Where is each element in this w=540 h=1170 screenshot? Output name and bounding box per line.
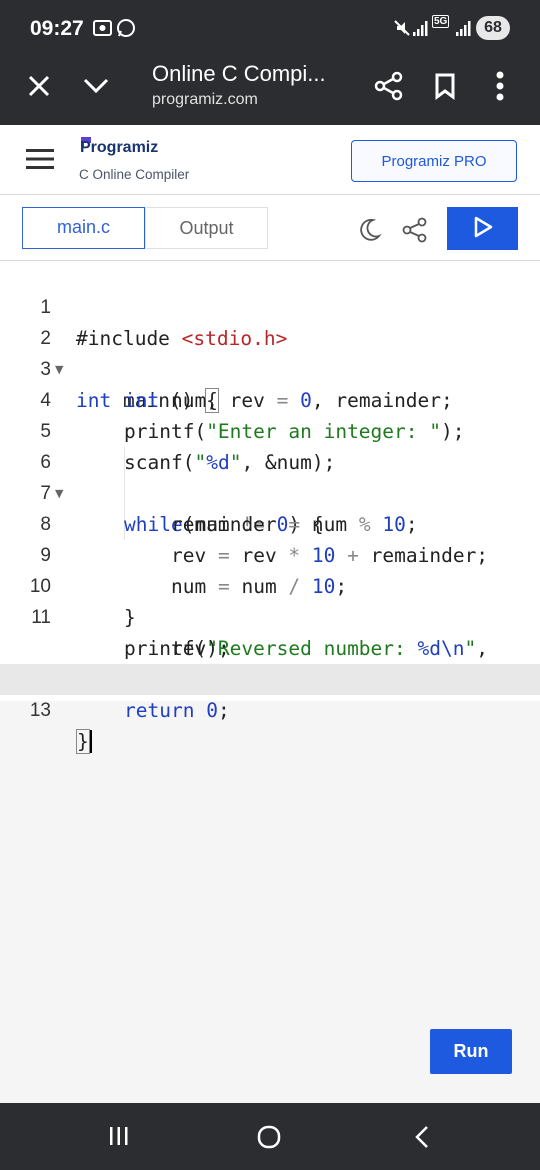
moon-icon[interactable] [356, 217, 382, 248]
page-title: Online C Compi... [152, 61, 326, 86]
bookmark-icon[interactable] [434, 72, 456, 105]
signal-icon-2 [455, 18, 473, 43]
code-line: 7 remainder = num % 10; [0, 447, 540, 536]
whatsapp-icon [116, 18, 136, 43]
android-nav-bar [0, 1103, 540, 1170]
logo-text: Programiz [80, 139, 159, 156]
code-line: 12 return 0; [0, 633, 540, 722]
editor-toolbar: main.c Output [0, 195, 540, 261]
code-line: 9 num = num / 10; [0, 509, 540, 598]
mute-icon [392, 18, 412, 43]
line-number: 13 [29, 700, 51, 721]
programiz-pro-button[interactable]: Programiz PRO [351, 140, 517, 182]
status-bar: 09:27 5G 68 [0, 0, 540, 56]
close-icon[interactable] [26, 73, 52, 104]
play-icon [474, 216, 492, 238]
more-icon[interactable] [495, 70, 505, 107]
menu-icon[interactable] [26, 147, 54, 176]
code-line: 10 } [0, 540, 540, 629]
page-url: programiz.com [152, 91, 258, 108]
code-line-active: 13 } [0, 664, 540, 754]
browser-toolbar: Online C Compi... programiz.com [0, 56, 540, 125]
recents-icon[interactable] [108, 1125, 130, 1152]
code-line: 8 rev = rev * 10 + remainder; [0, 478, 540, 567]
run-button[interactable]: Run [430, 1029, 512, 1074]
code-line: 6 ▼ while(num != 0) { [0, 416, 540, 536]
logo-subtitle: C Online Compiler [79, 167, 190, 182]
run-code-button[interactable] [447, 207, 518, 250]
home-icon[interactable] [256, 1124, 282, 1155]
screenshot-icon [92, 18, 114, 43]
back-icon[interactable] [412, 1124, 432, 1155]
code-line-wrapped: rev); [171, 637, 230, 660]
signal-icon [412, 18, 430, 43]
network-type: 5G [432, 15, 450, 28]
status-time: 09:27 [30, 17, 84, 40]
code-line: 11 printf("Reversed number: %d\n", [0, 571, 540, 660]
chevron-down-icon[interactable] [82, 76, 110, 101]
code-line: 3 int num, rev = 0, remainder; [0, 323, 540, 412]
code-editor[interactable]: 1 #include <stdio.h> 2 ▼ int main() { 3 … [0, 261, 540, 754]
tab-output[interactable]: Output [145, 207, 268, 249]
site-header: Programiz C Online Compiler Programiz PR… [0, 125, 540, 195]
battery-level: 68 [476, 16, 510, 40]
code-line: 1 #include <stdio.h> [0, 261, 540, 350]
share-icon[interactable] [374, 71, 404, 106]
code-line: 4 printf("Enter an integer: "); [0, 354, 540, 443]
tab-main-c[interactable]: main.c [22, 207, 145, 249]
code-line: 2 ▼ int main() { [0, 292, 540, 413]
code-line: 5 scanf("%d", &num); [0, 385, 540, 474]
share-icon[interactable] [402, 217, 428, 248]
